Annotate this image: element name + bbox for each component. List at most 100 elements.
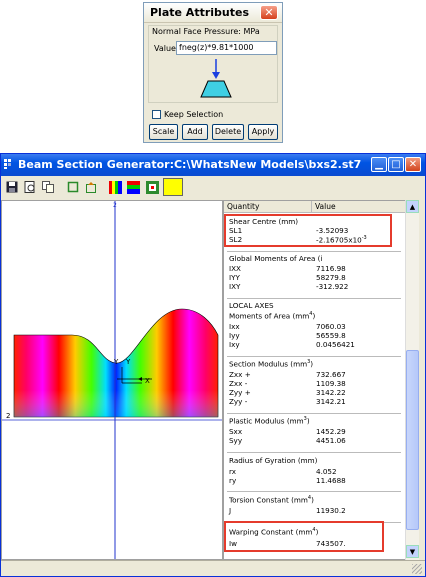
row-value: 3142.22 <box>316 388 346 397</box>
row-value: 4.052 <box>316 467 337 476</box>
row-quantity: ry <box>229 476 237 485</box>
vertical-scrollbar[interactable]: ▲ ▼ <box>405 200 419 560</box>
beam-section-generator-window: Beam Section Generator:C:\WhatsNew Model… <box>0 153 426 577</box>
y-axis-label-2: Y <box>125 358 131 366</box>
section-title-torsion-constant: Torsion Constant (mm4) <box>229 495 314 505</box>
column-header-value[interactable]: Value <box>312 201 406 213</box>
subtitle-sup: 4 <box>309 311 313 317</box>
row-value: 7116.98 <box>316 264 346 273</box>
properties-table[interactable]: Quantity Value Shear Centre (mm) SL1 -3.… <box>223 200 419 560</box>
row-value: 1452.29 <box>316 427 346 436</box>
add-button[interactable]: Add <box>182 124 208 140</box>
section-divider <box>227 413 401 414</box>
row-value: 732.667 <box>316 370 346 379</box>
row-quantity: IXX <box>229 264 241 273</box>
scroll-down-icon[interactable]: ▼ <box>406 545 419 558</box>
delete-button[interactable]: Delete <box>212 124 244 140</box>
apply-button[interactable]: Apply <box>248 124 278 140</box>
scroll-thumb[interactable] <box>406 350 419 530</box>
title-text: Plastic Modulus (mm <box>229 416 304 426</box>
section-title-section-modulus: Section Modulus (mm3) <box>229 359 314 369</box>
section-divider <box>227 452 401 453</box>
column-header-quantity[interactable]: Quantity <box>224 201 312 213</box>
copy-icon[interactable] <box>40 179 56 195</box>
color-icon[interactable] <box>163 178 183 196</box>
scale-button[interactable]: Scale <box>149 124 178 140</box>
section-icon[interactable] <box>144 179 160 195</box>
close-icon[interactable]: ✕ <box>260 5 278 20</box>
row-value: 3142.21 <box>316 397 346 406</box>
save-icon[interactable] <box>4 179 20 195</box>
value-input[interactable]: fneg(z)*9.81*1000 <box>176 41 277 55</box>
rectangle-icon[interactable] <box>65 179 81 195</box>
row-value: 0.0456421 <box>316 340 355 349</box>
row-quantity: IYY <box>229 273 240 282</box>
pressure-group: Normal Face Pressure: MPa Value fneg(z)*… <box>148 25 278 103</box>
axis-label-2b: 2 <box>113 202 117 209</box>
row-quantity: Zyy + <box>229 388 251 397</box>
minimize-icon[interactable]: ▁ <box>371 157 387 172</box>
section-divider <box>227 491 401 492</box>
pressure-plate-icon <box>200 59 232 98</box>
toolbar <box>1 176 425 198</box>
resize-grip-icon[interactable] <box>412 564 422 574</box>
title-text: Torsion Constant (mm <box>229 495 308 505</box>
export-icon[interactable] <box>83 179 99 195</box>
row-quantity: Syy <box>229 436 243 445</box>
checkbox-box[interactable] <box>152 110 161 119</box>
plate-attributes-dialog: Plate Attributes ✕ Normal Face Pressure:… <box>143 2 283 143</box>
row-quantity: Zxx - <box>229 379 248 388</box>
row-quantity: IXY <box>229 282 241 291</box>
group-label: Normal Face Pressure: MPa <box>152 27 260 36</box>
title-sup: 3 <box>303 416 307 422</box>
row-quantity: Zxx + <box>229 370 251 379</box>
highlight-box-shear-centre <box>224 214 392 247</box>
section-title-global-moments: Global Moments of Area (i <box>229 254 323 263</box>
section-title-plastic-modulus: Plastic Modulus (mm3) <box>229 416 310 426</box>
y-axis-label-1: Y <box>113 358 119 366</box>
row-quantity: rx <box>229 467 237 476</box>
dialog-title-bar[interactable]: Plate Attributes ✕ <box>144 3 282 23</box>
subtitle-text: Moments of Area (mm <box>229 311 310 321</box>
window-title-bar[interactable]: Beam Section Generator:C:\WhatsNew Model… <box>1 154 425 176</box>
row-quantity: Ixy <box>229 340 240 349</box>
section-subtitle-local-moments: Moments of Area (mm4) <box>229 311 316 321</box>
dialog-title: Plate Attributes <box>150 6 249 19</box>
scroll-up-icon[interactable]: ▲ <box>406 200 419 213</box>
x-axis-label: X <box>145 377 150 385</box>
section-divider <box>227 251 401 252</box>
keep-selection-label: Keep Selection <box>164 110 224 119</box>
row-quantity: Zyy - <box>229 397 248 406</box>
row-value: 11.4688 <box>316 476 346 485</box>
row-value: -312.922 <box>316 282 349 291</box>
section-contour-svg: Y Y X 2 2 <box>2 201 222 559</box>
row-value: 1109.38 <box>316 379 346 388</box>
section-plot[interactable]: Y Y X 2 2 <box>1 200 223 560</box>
row-value: 56559.8 <box>316 331 346 340</box>
section-divider <box>227 356 401 357</box>
row-quantity: Iyy <box>229 331 240 340</box>
title-text: Section Modulus (mm <box>229 359 308 369</box>
print-preview-icon[interactable] <box>22 179 38 195</box>
row-value: 58279.8 <box>316 273 346 282</box>
status-bar <box>1 560 425 576</box>
bands-icon[interactable] <box>125 179 141 195</box>
keep-selection-checkbox[interactable]: Keep Selection <box>152 110 223 119</box>
axis-label-2: 2 <box>6 412 10 420</box>
row-quantity: Sxx <box>229 427 243 436</box>
close-window-icon[interactable]: ✕ <box>405 157 421 172</box>
contour-icon[interactable] <box>107 179 123 195</box>
row-value: 4451.06 <box>316 436 346 445</box>
row-quantity: J <box>229 506 232 515</box>
window-title: Beam Section Generator:C:\WhatsNew Model… <box>18 158 362 171</box>
section-title-radius-gyration: Radius of Gyration (mm) <box>229 456 318 465</box>
app-icon <box>4 159 11 169</box>
section-divider <box>227 298 401 299</box>
row-quantity: Ixx <box>229 322 240 331</box>
row-value: 11930.2 <box>316 506 346 515</box>
title-sup: 3 <box>307 359 311 365</box>
maximize-icon[interactable]: □ <box>388 157 404 172</box>
title-sup: 4 <box>307 495 312 501</box>
highlight-box-warping-constant <box>224 521 384 552</box>
value-label: Value <box>154 44 176 53</box>
